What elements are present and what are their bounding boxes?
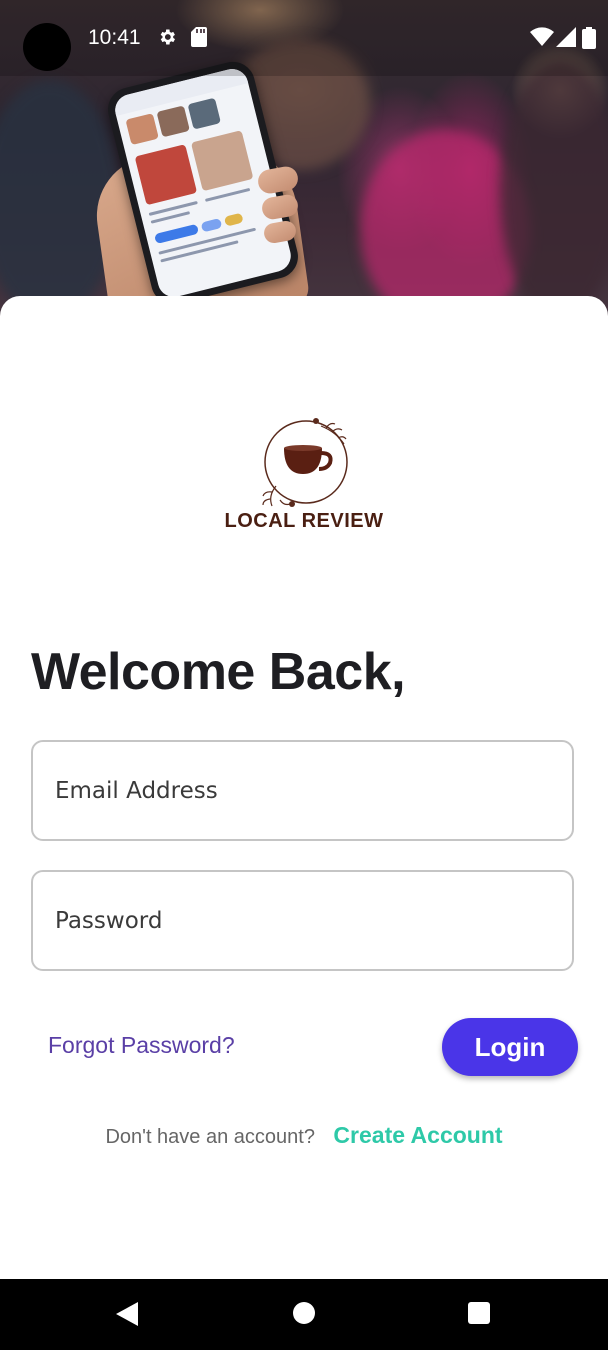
sd-card-icon	[191, 27, 207, 47]
forgot-password-link[interactable]: Forgot Password?	[48, 1032, 235, 1059]
signal-icon	[556, 27, 576, 47]
brand-name: LOCAL REVIEW	[224, 510, 384, 532]
settings-icon	[160, 29, 175, 45]
signup-row: Don't have an account? Create Account	[0, 1122, 608, 1149]
recents-icon[interactable]	[467, 1301, 491, 1325]
battery-icon	[582, 27, 596, 49]
back-icon[interactable]	[114, 1301, 140, 1327]
wifi-icon	[530, 27, 554, 46]
password-field[interactable]	[31, 870, 574, 971]
email-field[interactable]	[31, 740, 574, 841]
hero-image: 10:41	[0, 0, 608, 320]
status-time: 10:41	[88, 26, 141, 49]
home-icon[interactable]	[292, 1301, 316, 1325]
system-nav-bar	[0, 1279, 608, 1350]
signup-prompt: Don't have an account?	[105, 1126, 315, 1148]
create-account-link[interactable]: Create Account	[333, 1122, 502, 1148]
camera-cutout	[23, 23, 71, 71]
page-title: Welcome Back,	[31, 643, 406, 701]
status-bar: 10:41	[0, 0, 608, 76]
login-button[interactable]: Login	[442, 1018, 578, 1076]
